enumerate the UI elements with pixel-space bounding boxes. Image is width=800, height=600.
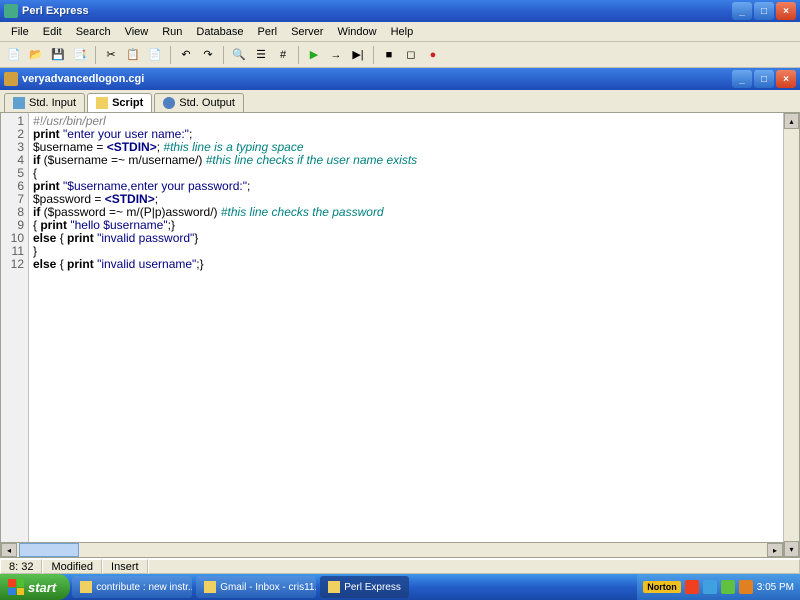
tab-label: Std. Input [29,97,76,109]
app-title: Perl Express [22,5,732,17]
code-area[interactable]: #!/usr/bin/perlprint "enter your user na… [29,113,783,557]
statusbar: 8: 32 Modified Insert [0,558,800,574]
menu-edit[interactable]: Edit [36,24,69,40]
bookmark-icon[interactable]: ☰ [251,45,271,65]
find-icon[interactable]: 🔍 [229,45,249,65]
code-line[interactable]: else { print "invalid username";} [33,258,779,271]
break-icon[interactable]: ◻ [401,45,421,65]
menubar: FileEditSearchViewRunDatabasePerlServerW… [0,22,800,42]
redo-icon[interactable]: ↷ [198,45,218,65]
line-number: 12 [1,258,24,271]
scroll-thumb[interactable] [19,543,79,557]
menu-run[interactable]: Run [155,24,189,40]
tab-std-output[interactable]: Std. Output [154,93,244,112]
paste-icon[interactable]: 📄 [145,45,165,65]
menu-database[interactable]: Database [189,24,250,40]
doc-close-button[interactable]: × [776,70,796,88]
line-gutter: 123456789101112 [1,113,29,557]
cut-icon[interactable]: ✂ [101,45,121,65]
menu-perl[interactable]: Perl [251,24,285,40]
start-label: start [28,580,56,595]
windows-logo-icon [8,579,24,595]
horizontal-scrollbar[interactable]: ◂ ▸ [0,542,784,558]
app-icon [4,4,18,18]
copy-icon[interactable]: 📋 [123,45,143,65]
open-file-icon[interactable]: 📂 [26,45,46,65]
editor: 123456789101112 #!/usr/bin/perlprint "en… [0,112,800,558]
scroll-right-icon[interactable]: ▸ [767,543,783,557]
code-line[interactable]: else { print "invalid password"} [33,232,779,245]
status-mode: Insert [102,559,148,574]
scroll-up-icon[interactable]: ▴ [784,113,799,129]
stop-icon[interactable]: ■ [379,45,399,65]
code-line[interactable]: if ($username =~ m/username/) #this line… [33,154,779,167]
tab-label: Std. Output [179,97,235,109]
menu-search[interactable]: Search [69,24,118,40]
tab-icon [96,97,108,109]
record-icon[interactable]: ● [423,45,443,65]
save-all-icon[interactable]: 📑 [70,45,90,65]
document-title: veryadvancedlogon.cgi [22,73,732,85]
save-icon[interactable]: 💾 [48,45,68,65]
start-button[interactable]: start [0,574,70,600]
clock[interactable]: 3:05 PM [757,582,794,593]
tab-script[interactable]: Script [87,93,152,112]
tray-icon[interactable] [739,580,753,594]
menu-window[interactable]: Window [330,24,383,40]
run-icon[interactable]: ▶ [304,45,324,65]
minimize-button[interactable]: _ [732,2,752,20]
tabs: Std. Input Script Std. Output [0,90,800,112]
tab-icon [13,97,25,109]
menu-view[interactable]: View [118,24,156,40]
document-titlebar: veryadvancedlogon.cgi _ □ × [0,68,800,90]
system-tray: Norton 3:05 PM [637,574,800,600]
status-empty [148,559,800,574]
taskbar-item[interactable]: contribute : new instr... [72,576,192,598]
app-icon [204,581,216,593]
undo-icon[interactable]: ↶ [176,45,196,65]
tab-std-input[interactable]: Std. Input [4,93,85,112]
app-icon [328,581,340,593]
vertical-scrollbar[interactable]: ▴ ▾ [783,113,799,557]
doc-minimize-button[interactable]: _ [732,70,752,88]
tab-label: Script [112,97,143,109]
norton-badge[interactable]: Norton [643,581,681,593]
taskbar-item-label: contribute : new instr... [96,582,192,593]
tab-icon [163,97,175,109]
taskbar-item-label: Perl Express [344,582,401,593]
taskbar-item[interactable]: Perl Express [320,576,409,598]
status-modified: Modified [42,559,102,574]
taskbar-item[interactable]: Gmail - Inbox - cris11... [196,576,316,598]
run-to-icon[interactable]: ▶| [348,45,368,65]
tray-icon[interactable] [703,580,717,594]
scroll-down-icon[interactable]: ▾ [784,541,799,557]
arrow-icon[interactable]: → [326,45,346,65]
hash-icon[interactable]: # [273,45,293,65]
tray-icon[interactable] [685,580,699,594]
taskbar-item-label: Gmail - Inbox - cris11... [220,582,316,593]
scroll-left-icon[interactable]: ◂ [1,543,17,557]
maximize-button[interactable]: □ [754,2,774,20]
toolbar: 📄📂💾📑✂📋📄↶↷🔍☰#▶→▶|■◻● [0,42,800,68]
menu-help[interactable]: Help [384,24,421,40]
close-button[interactable]: × [776,2,796,20]
menu-server[interactable]: Server [284,24,330,40]
menu-file[interactable]: File [4,24,36,40]
doc-maximize-button[interactable]: □ [754,70,774,88]
status-position: 8: 32 [0,559,42,574]
taskbar: start contribute : new instr... Gmail - I… [0,574,800,600]
tray-icon[interactable] [721,580,735,594]
document-icon [4,72,18,86]
new-file-icon[interactable]: 📄 [4,45,24,65]
app-icon [80,581,92,593]
app-titlebar: Perl Express _ □ × [0,0,800,22]
